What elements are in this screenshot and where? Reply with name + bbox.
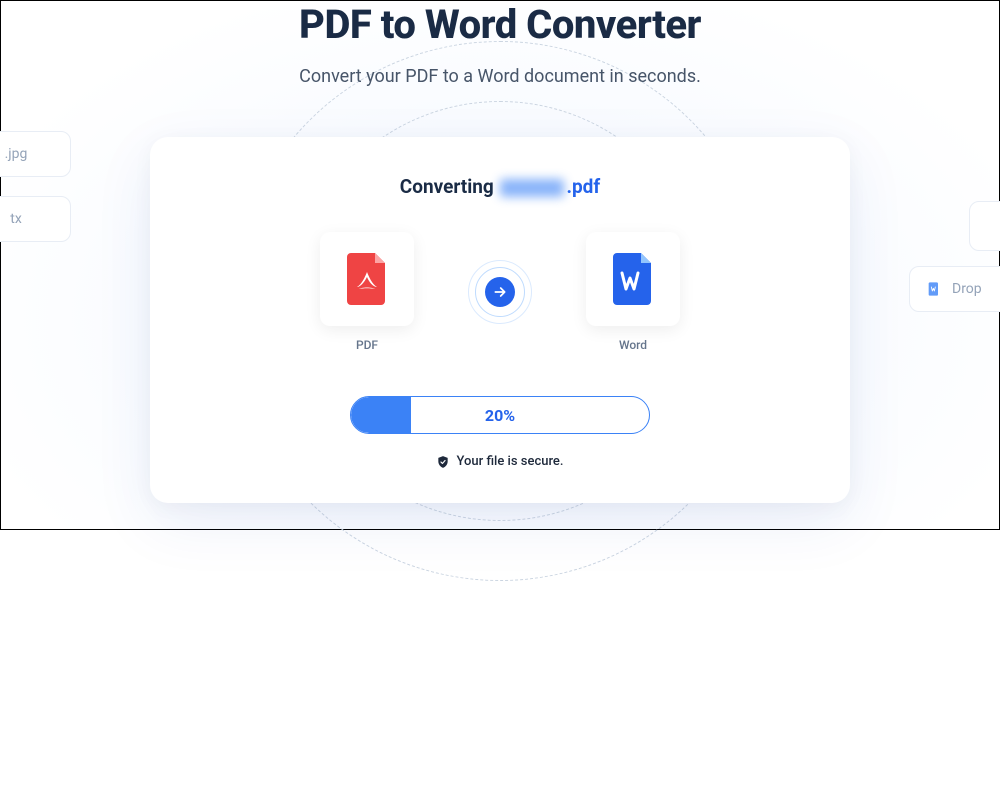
source-format-label: PDF — [356, 338, 378, 352]
side-format-right — [969, 201, 1000, 251]
progress-text: 20% — [485, 406, 515, 425]
file-extension: .pdf — [566, 175, 600, 198]
arrow-right-icon — [492, 284, 508, 300]
conversion-row: PDF Word — [190, 232, 810, 352]
page-title: PDF to Word Converter — [1, 1, 999, 48]
converting-prefix: Converting — [400, 175, 494, 198]
target-format-label: Word — [619, 338, 647, 352]
word-icon — [611, 253, 655, 305]
secure-notice: Your file is secure. — [190, 454, 810, 469]
converter-card: Converting .pdf PDF — [150, 137, 850, 503]
pdf-icon — [345, 253, 389, 305]
progress-fill — [351, 397, 411, 433]
progress-bar: 20% — [350, 396, 650, 434]
page-subtitle: Convert your PDF to a Word document in s… — [1, 66, 999, 87]
arrow-indicator — [474, 266, 526, 318]
filename-redacted — [500, 179, 564, 197]
side-format-tx: tx — [0, 196, 71, 242]
shield-check-icon — [436, 455, 450, 469]
source-file-tile: PDF — [320, 232, 414, 352]
secure-text: Your file is secure. — [456, 454, 563, 469]
target-file-tile: Word — [586, 232, 680, 352]
side-format-jpg: .jpg — [0, 131, 71, 177]
side-drop-card[interactable]: Drop — [909, 266, 1000, 312]
side-drop-label: Drop — [952, 281, 982, 297]
converting-status: Converting .pdf — [190, 175, 810, 198]
word-small-icon — [926, 281, 942, 297]
